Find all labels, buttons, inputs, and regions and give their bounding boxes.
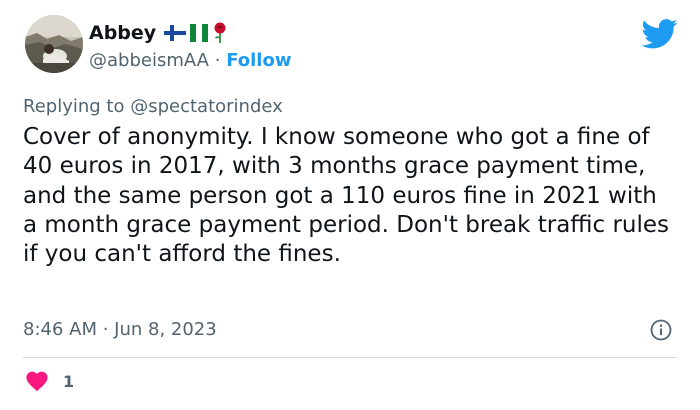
like-count: 1 — [63, 371, 75, 391]
finland-flag-icon — [164, 25, 187, 41]
replying-to-label: Replying to — [23, 96, 125, 117]
avatar[interactable] — [25, 15, 83, 73]
author-handle-line: @abbeismAA · Follow — [89, 50, 291, 71]
like-action[interactable]: 1 — [25, 370, 74, 392]
replying-to: Replying to @spectatorindex — [23, 96, 283, 117]
tweet-timestamp[interactable]: 8:46 AM · Jun 8, 2023 — [23, 319, 217, 340]
heart-icon[interactable] — [25, 370, 49, 392]
reply-mention-link[interactable]: @spectatorindex — [130, 96, 283, 117]
author-name-line: Abbey — [89, 22, 228, 44]
tweet-text: Cover of anonymity. I know someone who g… — [23, 124, 670, 268]
rose-icon — [214, 22, 226, 43]
author-name[interactable]: Abbey — [89, 22, 156, 44]
follow-button[interactable]: Follow — [226, 50, 291, 71]
author-handle[interactable]: @abbeismAA — [89, 50, 209, 71]
handle-separator: · — [214, 50, 221, 71]
nigeria-flag-icon — [190, 24, 209, 42]
divider — [23, 357, 677, 358]
name-emojis — [164, 22, 228, 44]
info-icon[interactable] — [650, 319, 672, 341]
tweet-card: Abbey @abbeismAA · Follow Replying to @s… — [0, 0, 700, 410]
twitter-bird-icon[interactable] — [642, 19, 678, 49]
